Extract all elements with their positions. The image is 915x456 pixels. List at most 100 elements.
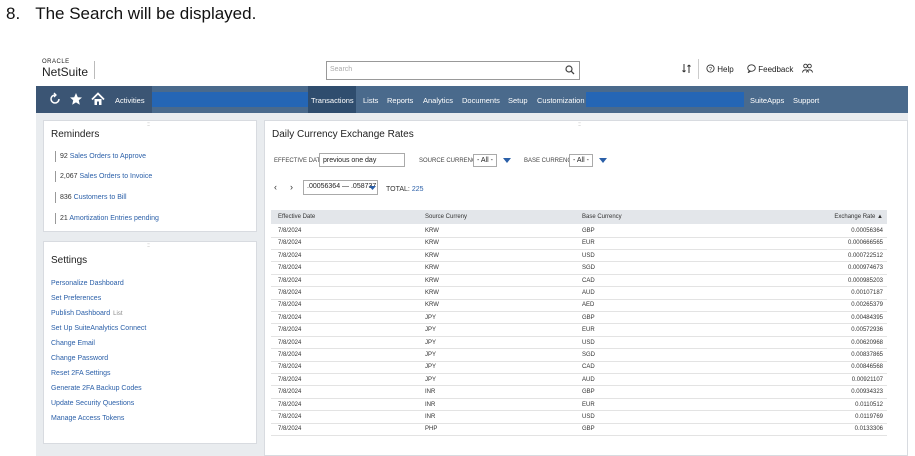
reminder-item[interactable]: 836 Customers to Bill: [55, 192, 127, 203]
column-effective-date[interactable]: Effective Date: [278, 214, 315, 220]
table-row[interactable]: 7/8/2024 JPY SGD 0.00837865: [271, 349, 887, 362]
source-currency-dropdown-icon[interactable]: [503, 158, 511, 163]
table-row[interactable]: 7/8/2024 JPY GBP 0.00484395: [271, 312, 887, 325]
nav-support[interactable]: Support: [793, 96, 819, 105]
main-navigation: Activities Transactions Lists Reports An…: [36, 86, 908, 113]
nav-reports[interactable]: Reports: [387, 96, 413, 105]
publish-dashboard-label: Publish Dashboard: [51, 310, 111, 317]
cell-base-currency: GBP: [582, 314, 595, 321]
total-label: TOTAL:: [386, 186, 410, 193]
table-row[interactable]: 7/8/2024 INR USD 0.0119769: [271, 411, 887, 424]
settings-change-email[interactable]: Change Email: [51, 340, 95, 347]
page-range-dropdown-icon[interactable]: [369, 186, 376, 190]
column-exchange-rate[interactable]: Exchange Rate ▲: [834, 214, 883, 220]
nav-analytics[interactable]: Analytics: [423, 96, 453, 105]
table-row[interactable]: 7/8/2024 INR EUR 0.0110512: [271, 399, 887, 412]
cell-base-currency: SGD: [582, 265, 596, 272]
cell-source-currency: KRW: [425, 240, 439, 247]
search-icon[interactable]: [565, 65, 575, 75]
cell-base-currency: USD: [582, 339, 595, 346]
nav-documents[interactable]: Documents: [462, 96, 500, 105]
feedback-label: Feedback: [758, 65, 794, 74]
search-placeholder: Search: [330, 66, 353, 73]
settings-change-password[interactable]: Change Password: [51, 355, 108, 362]
settings-2fa-backup-codes[interactable]: Generate 2FA Backup Codes: [51, 385, 142, 392]
drag-handle-icon[interactable]: :::: [147, 122, 150, 128]
cell-source-currency: KRW: [425, 277, 439, 284]
previous-page-icon[interactable]: ‹: [274, 182, 277, 192]
cell-base-currency: AED: [582, 302, 595, 309]
table-row[interactable]: 7/8/2024 JPY USD 0.00620968: [271, 337, 887, 350]
reminder-label[interactable]: Sales Orders to Approve: [70, 153, 146, 160]
cell-effective-date: 7/8/2024: [278, 228, 302, 234]
netsuite-window: ORACLE NetSuite Search ? Help Feedback A…: [36, 52, 908, 456]
page-range-value: .00056364 — .058737: [307, 183, 377, 190]
table-row[interactable]: 7/8/2024 KRW SGD 0.000974673: [271, 262, 887, 275]
recent-records-icon[interactable]: [682, 63, 692, 74]
reminder-label[interactable]: Amortization Entries pending: [69, 215, 159, 222]
cell-source-currency: JPY: [425, 327, 437, 334]
settings-suiteanalytics-connect[interactable]: Set Up SuiteAnalytics Connect: [51, 325, 146, 332]
effective-date-field[interactable]: previous one day: [319, 153, 405, 167]
table-row[interactable]: 7/8/2024 JPY AUD 0.00921107: [271, 374, 887, 387]
table-row[interactable]: 7/8/2024 INR GBP 0.00934323: [271, 386, 887, 399]
settings-publish-dashboard[interactable]: Publish Dashboard List: [51, 310, 123, 317]
table-row[interactable]: 7/8/2024 JPY EUR 0.00572936: [271, 324, 887, 337]
reminder-item[interactable]: 21 Amortization Entries pending: [55, 213, 159, 224]
table-row[interactable]: 7/8/2024 KRW AUD 0.00107187: [271, 287, 887, 300]
base-currency-dropdown-icon[interactable]: [599, 158, 607, 163]
table-row[interactable]: 7/8/2024 KRW AED 0.00265379: [271, 299, 887, 312]
page-range-select[interactable]: .00056364 — .058737: [303, 180, 378, 195]
cell-effective-date: 7/8/2024: [278, 302, 302, 309]
reminder-item[interactable]: 92 Sales Orders to Approve: [55, 151, 146, 162]
drag-handle-icon[interactable]: :::: [147, 243, 150, 249]
base-currency-value: - All -: [573, 157, 589, 164]
reminders-title: Reminders: [51, 129, 100, 140]
cell-exchange-rate: 0.000666565: [847, 240, 883, 247]
source-currency-select[interactable]: - All -: [473, 154, 497, 167]
nav-accent-right: [586, 92, 744, 107]
settings-reset-2fa[interactable]: Reset 2FA Settings: [51, 370, 111, 377]
drag-handle-icon[interactable]: :::: [578, 122, 581, 128]
home-icon[interactable]: [91, 92, 105, 106]
table-row[interactable]: 7/8/2024 KRW USD 0.000722512: [271, 250, 887, 263]
table-row[interactable]: 7/8/2024 PHP GBP 0.0133306: [271, 423, 887, 436]
step-number: 8.: [6, 4, 21, 23]
column-base-currency[interactable]: Base Currency: [582, 214, 622, 220]
nav-transactions[interactable]: Transactions: [311, 96, 354, 105]
table-row[interactable]: 7/8/2024 JPY CAD 0.00846568: [271, 361, 887, 374]
column-source-currency[interactable]: Source Curreny: [425, 214, 467, 220]
settings-title: Settings: [51, 255, 88, 266]
settings-personalize-dashboard[interactable]: Personalize Dashboard: [51, 280, 124, 287]
table-row[interactable]: 7/8/2024 KRW GBP 0.00056364: [271, 225, 887, 238]
recent-icon[interactable]: [48, 92, 62, 106]
nav-activities[interactable]: Activities: [115, 96, 145, 105]
nav-customization[interactable]: Customization: [537, 96, 585, 105]
total-value[interactable]: 225: [412, 186, 424, 193]
settings-access-tokens[interactable]: Manage Access Tokens: [51, 415, 124, 422]
help-link[interactable]: ? Help: [706, 64, 734, 74]
settings-security-questions[interactable]: Update Security Questions: [51, 400, 134, 407]
base-currency-select[interactable]: - All -: [569, 154, 593, 167]
nav-suiteapps[interactable]: SuiteApps: [750, 96, 784, 105]
global-search-input[interactable]: Search: [326, 61, 580, 80]
table-row[interactable]: 7/8/2024 KRW EUR 0.000666565: [271, 237, 887, 250]
nav-setup[interactable]: Setup: [508, 96, 528, 105]
star-icon[interactable]: [69, 92, 83, 106]
reminder-count: 92: [60, 153, 68, 160]
total-count: TOTAL: 225: [386, 186, 424, 193]
settings-set-preferences[interactable]: Set Preferences: [51, 295, 101, 302]
reminder-label[interactable]: Sales Orders to Invoice: [79, 173, 152, 180]
reminder-label[interactable]: Customers to Bill: [74, 194, 127, 201]
roles-icon[interactable]: [802, 63, 813, 74]
cell-source-currency: INR: [425, 414, 436, 420]
cell-exchange-rate: 0.000985203: [847, 277, 883, 284]
reminder-item[interactable]: 2,067 Sales Orders to Invoice: [55, 171, 152, 182]
feedback-link[interactable]: Feedback: [747, 64, 793, 74]
next-page-icon[interactable]: ›: [290, 182, 293, 192]
netsuite-logo[interactable]: ORACLE NetSuite: [42, 59, 88, 78]
nav-lists[interactable]: Lists: [363, 96, 378, 105]
cell-base-currency: EUR: [582, 327, 595, 334]
table-row[interactable]: 7/8/2024 KRW CAD 0.000985203: [271, 275, 887, 288]
cell-effective-date: 7/8/2024: [278, 339, 302, 346]
